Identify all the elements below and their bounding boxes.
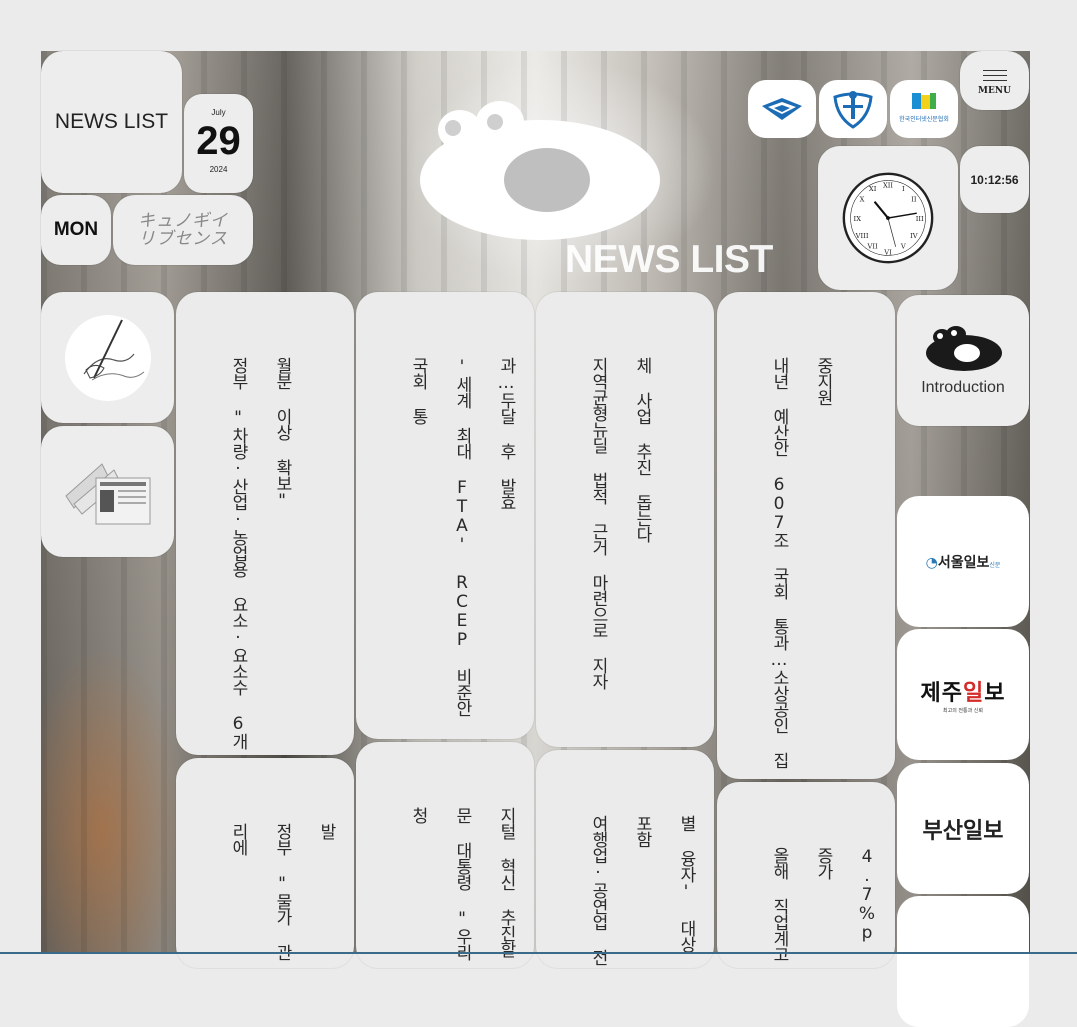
svg-text:I: I xyxy=(902,185,905,193)
hero-title: NEWS LIST xyxy=(565,238,773,281)
newspaper-link-seoul[interactable]: ◔서울일보신문 xyxy=(897,496,1029,627)
analog-clock: XII I II III IV V VI VII VIII IX X XI xyxy=(818,146,958,290)
article-line: 과…두달 후 발효 xyxy=(496,357,516,510)
svg-text:V: V xyxy=(900,243,906,251)
article-card[interactable]: 지털 혁신 추진할 문 대통령 "우리 청 xyxy=(356,742,534,968)
article-line: 월분 이상 확보" xyxy=(272,357,292,510)
time-readout: 10:12:56 xyxy=(970,172,1019,187)
partner-logo-diamond[interactable] xyxy=(748,80,816,138)
newspaper-link-jeju[interactable]: 제주일보 최고의 전통과 신뢰 xyxy=(897,629,1029,760)
article-headline: 체 사업 추진 돕는다 지역균형뉴딜 법적 근거 마련으로 지자 xyxy=(576,357,664,689)
weekday-widget: MON xyxy=(41,195,111,265)
svg-text:XI: XI xyxy=(869,185,877,193)
newspaper-link-busan[interactable]: 부산일보 xyxy=(897,763,1029,894)
article-card[interactable]: 과…두달 후 발효 '세계 최대 FTA' RCEP 비준안 국회 통 xyxy=(356,292,534,739)
brand-logo[interactable]: キュノギイ リブセンス xyxy=(113,195,253,265)
article-line: 문 대통령 "우리 청 xyxy=(408,807,472,960)
article-headline: 지털 혁신 추진할 문 대통령 "우리 청 xyxy=(396,807,528,968)
article-headline: 별 융자' 대상 포함 여행업·공연업 전 xyxy=(576,815,708,968)
article-line: 올해 직업계고 xyxy=(769,847,789,962)
newspapers-thumbnail[interactable] xyxy=(41,426,174,557)
svg-text:X: X xyxy=(860,196,865,204)
date-year: 2024 xyxy=(209,165,228,174)
seoul-ilbo-name: 서울일보 xyxy=(937,554,990,571)
svg-text:VIII: VIII xyxy=(855,232,869,240)
article-card[interactable]: 중지원 내년 예산안 607조 국회 통과…소상공인 집 xyxy=(717,292,895,779)
article-line: 내년 예산안 607조 국회 통과…소상공인 집 xyxy=(769,357,789,768)
brand-logo-line2: リブセンス xyxy=(138,229,228,249)
introduction-button[interactable]: Introduction xyxy=(897,295,1029,426)
menu-label: MENU xyxy=(978,85,1011,96)
emblem-logo-icon xyxy=(833,91,873,129)
digital-time: 10:12:56 xyxy=(960,146,1029,213)
article-line: 체 사업 추진 돕는다 xyxy=(632,357,652,542)
svg-text:IV: IV xyxy=(910,232,918,240)
article-headline: 과…두달 후 발효 '세계 최대 FTA' RCEP 비준안 국회 통 xyxy=(396,357,528,739)
menu-button[interactable]: MENU xyxy=(960,51,1029,110)
article-card[interactable]: 별 융자' 대상 포함 여행업·공연업 전 xyxy=(536,750,714,968)
seoul-swoosh-icon: ◔ xyxy=(925,554,938,571)
article-line: 지털 혁신 추진할 xyxy=(496,807,516,957)
article-line: 별 융자' 대상 포함 xyxy=(632,815,696,952)
svg-text:VI: VI xyxy=(883,248,892,256)
writing-thumbnail[interactable] xyxy=(41,292,174,423)
writing-hand-icon xyxy=(64,314,151,401)
brand-logo-line1: キュノギイ xyxy=(138,211,228,231)
clock-face-icon: XII III IIIIVV VIVIIVIII IXXXI xyxy=(842,172,934,264)
newspaper-link-next[interactable] xyxy=(897,896,1029,1027)
article-line: 중지원 xyxy=(813,357,833,405)
hamburger-icon xyxy=(982,66,1007,85)
busan-ilbo-logo: 부산일보 xyxy=(922,818,1004,844)
article-card[interactable]: 4.7%p 증가 올해 직업계고 xyxy=(717,782,895,968)
diamond-logo-icon xyxy=(762,98,802,120)
svg-text:VII: VII xyxy=(867,243,879,251)
article-line: 여행업·공연업 전 xyxy=(588,815,608,965)
svg-text:IX: IX xyxy=(854,215,862,223)
date-day: 29 xyxy=(196,119,241,163)
jeju-ilbo-sub: 최고의 전통과 신뢰 xyxy=(943,708,983,714)
association-caption: 한국인터넷신문협회 xyxy=(899,115,949,123)
jeju-name-part2: 보 xyxy=(984,681,1006,706)
news-list-button[interactable]: NEWS LIST xyxy=(41,51,182,193)
introduction-label: Introduction xyxy=(921,378,1005,396)
article-card[interactable]: 체 사업 추진 돕는다 지역균형뉴딜 법적 근거 마련으로 지자 xyxy=(536,292,714,747)
svg-text:II: II xyxy=(911,196,917,204)
article-line: 590억원 추가 발 xyxy=(316,823,336,839)
article-line: 지역균형뉴딜 법적 근거 마련으로 지자 xyxy=(588,357,608,689)
article-card[interactable]: 590억원 추가 발 정부 "물가 관리에 xyxy=(176,758,354,968)
weekday-label: MON xyxy=(53,219,99,240)
news-list-label: NEWS LIST xyxy=(54,110,169,133)
article-headline: 월분 이상 확보" 정부 "차량·산업·농업용 요소·요소수 6개 xyxy=(216,357,304,749)
article-line: 정부 "차량·산업·농업용 요소·요소수 6개 xyxy=(228,357,248,749)
seoul-ilbo-sub: 신문 xyxy=(989,561,1001,569)
svg-text:III: III xyxy=(916,215,924,223)
article-line: 4.7%p 증가 xyxy=(813,847,877,942)
jeju-ilbo-logo: 제주일보 최고의 전통과 신뢰 xyxy=(921,675,1006,714)
article-line: 정부 "물가 관리에 xyxy=(228,823,292,960)
article-headline: 590억원 추가 발 정부 "물가 관리에 xyxy=(216,823,354,968)
svg-text:XII: XII xyxy=(883,181,893,189)
partner-logo-emblem[interactable] xyxy=(819,80,887,138)
article-headline: 중지원 내년 예산안 607조 국회 통과…소상공인 집 xyxy=(757,357,845,768)
brand-logo-text: キュノギイ リブセンス xyxy=(138,212,228,248)
date-widget: July 29 2024 xyxy=(184,94,253,193)
jeju-name-part1: 제주 xyxy=(920,681,963,706)
jeju-name-red: 일 xyxy=(962,681,985,706)
association-logo-icon: 한국인터넷신문협회 xyxy=(899,93,949,123)
newspaper-stack-icon xyxy=(64,462,150,524)
article-line: '세계 최대 FTA' RCEP 비준안 국회 통 xyxy=(408,357,472,716)
date-month: July xyxy=(211,108,226,117)
partner-logo-association[interactable]: 한국인터넷신문협회 xyxy=(890,80,958,138)
article-card[interactable]: 월분 이상 확보" 정부 "차량·산업·농업용 요소·요소수 6개 xyxy=(176,292,354,755)
seoul-ilbo-logo: ◔서울일보신문 xyxy=(926,552,1001,572)
frog-mascot-icon xyxy=(420,101,660,240)
frog-mascot-small-icon xyxy=(926,325,1002,371)
article-headline: 4.7%p 증가 올해 직업계고 xyxy=(757,847,889,968)
